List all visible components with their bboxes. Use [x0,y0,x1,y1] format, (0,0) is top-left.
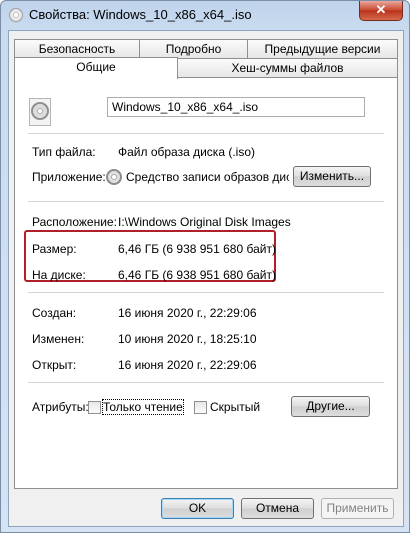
modified-value: 10 июня 2020 г., 18:25:10 [118,332,257,346]
readonly-checkbox[interactable] [88,401,101,414]
tab-details[interactable]: Подробно [139,39,248,58]
readonly-checkbox-label[interactable]: Только чтение [102,399,184,415]
iso-file-icon [29,98,51,126]
close-button[interactable]: ✕ [359,1,403,21]
properties-window: Свойства: Windows_10_x86_x64_.iso ✕ Безо… [0,0,410,533]
separator [28,201,384,202]
opened-value: 16 июня 2020 г., 22:29:06 [118,358,257,372]
application-value: Средство записи образов диско [126,170,289,184]
general-tab-panel: Тип файла: Файл образа диска (.iso) Прил… [14,77,398,489]
tab-general[interactable]: Общие [14,57,178,79]
size-on-disk-label: На диске: [32,268,86,282]
hidden-checkbox[interactable] [194,401,207,414]
disc-image-icon [9,8,23,22]
size-on-disk-value: 6,46 ГБ (6 938 951 680 байт) [118,268,276,282]
dialog-client-area: Безопасность Подробно Предыдущие версии … [8,30,404,527]
opened-label: Открыт: [32,358,77,372]
separator [28,133,384,134]
hidden-checkbox-label[interactable]: Скрытый [210,400,260,414]
location-value: I:\Windows Original Disk Images [118,215,291,229]
separator [28,292,384,293]
created-label: Создан: [32,306,77,320]
ok-button[interactable]: OK [161,498,234,519]
application-label: Приложение: [32,170,106,184]
other-attributes-button[interactable]: Другие... [291,396,370,417]
modified-label: Изменен: [32,332,85,346]
window-title: Свойства: Windows_10_x86_x64_.iso [29,7,252,22]
location-label: Расположение: [32,215,117,229]
size-value: 6,46 ГБ (6 938 951 680 байт) [118,242,276,256]
tab-security[interactable]: Безопасность [14,39,140,58]
change-app-button[interactable]: Изменить... [293,166,371,187]
separator [28,382,384,383]
title-bar[interactable]: Свойства: Windows_10_x86_x64_.iso ✕ [1,1,409,29]
file-type-value: Файл образа диска (.iso) [118,145,255,159]
file-type-label: Тип файла: [32,145,96,159]
apply-button[interactable]: Применить [321,498,394,519]
app-disc-icon [106,169,122,185]
cancel-button[interactable]: Отмена [241,498,314,519]
tab-file-hashes[interactable]: Хеш-суммы файлов [177,58,398,77]
size-label: Размер: [32,242,77,256]
attributes-label: Атрибуты: [32,400,89,414]
tab-previous-versions[interactable]: Предыдущие версии [247,39,398,58]
change-app-button-label: Изменить... [299,169,365,183]
created-value: 16 июня 2020 г., 22:29:06 [118,306,257,320]
file-name-input[interactable] [107,97,365,117]
